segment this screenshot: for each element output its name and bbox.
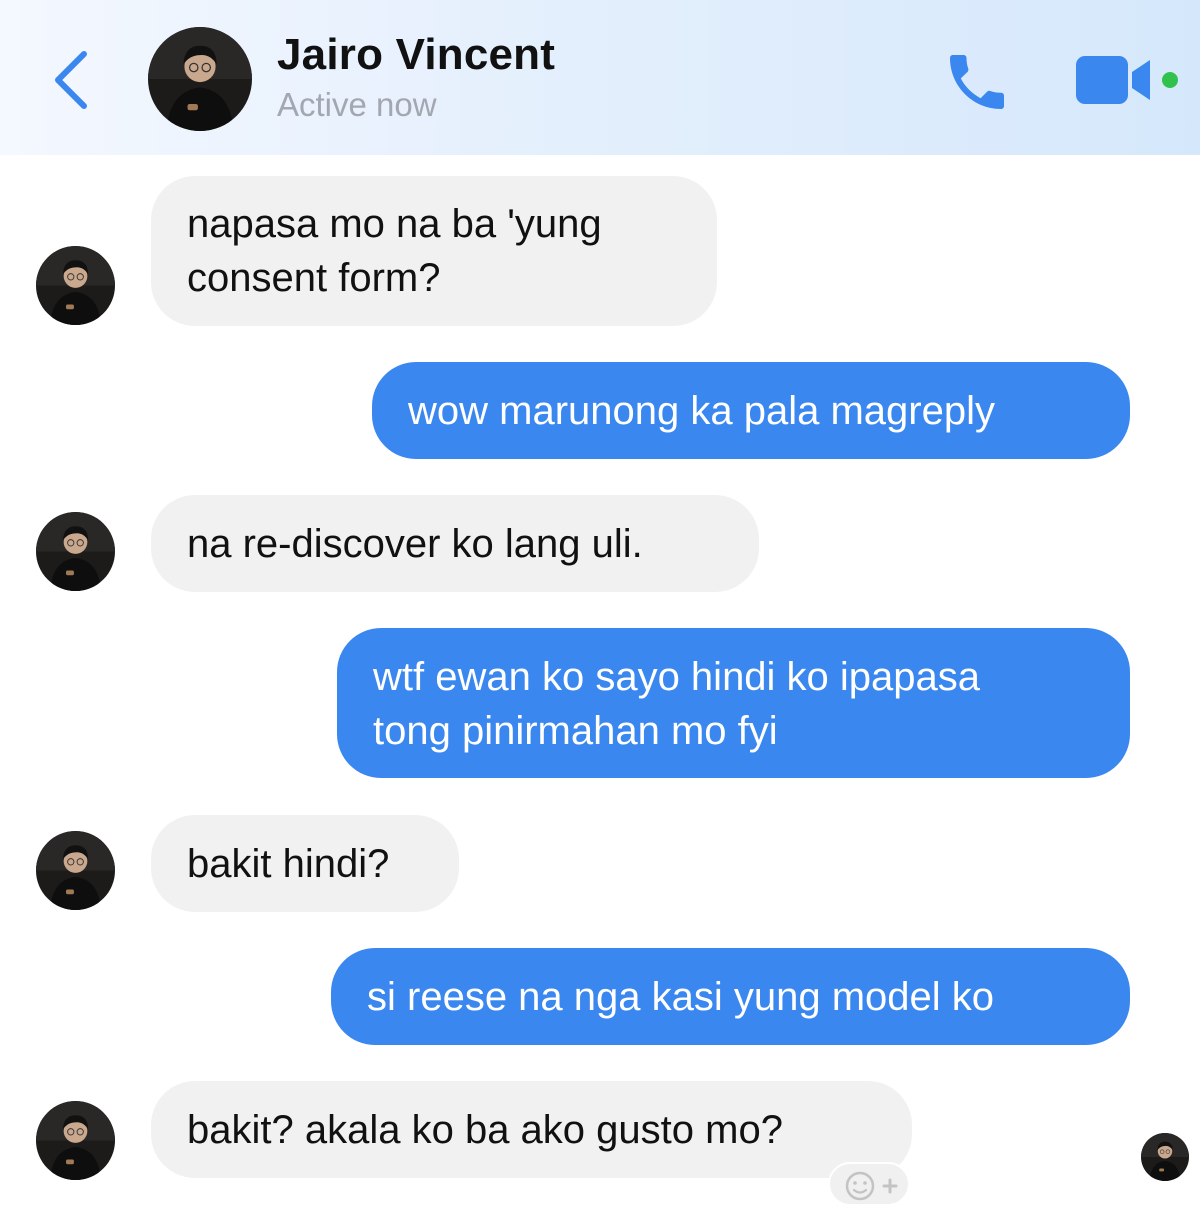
contact-name[interactable]: Jairo Vincent [277,30,555,80]
incoming-message-bubble[interactable]: bakit hindi? [151,815,459,912]
add-reaction-icon [845,1171,898,1201]
contact-status: Active now [277,86,437,123]
avatar-image [148,27,252,131]
incoming-message-bubble[interactable]: na re-discover ko lang uli. [151,495,759,592]
message-text-line: tong pinirmahan mo fyi [373,709,778,753]
add-reaction-button[interactable] [828,1162,910,1206]
message-text-line: bakit hindi? [187,842,390,886]
message-text-line: consent form? [187,256,441,300]
incoming-message-bubble[interactable]: bakit? akala ko ba ako gusto mo? [151,1081,912,1178]
avatar-image [36,512,115,591]
avatar-image [36,831,115,910]
contact-avatar[interactable] [148,27,252,131]
message-text-line: bakit? akala ko ba ako gusto mo? [187,1108,783,1152]
message-text-line: napasa mo na ba 'yung [187,202,602,246]
read-receipt-avatar [1141,1133,1189,1181]
video-call-button[interactable] [1072,52,1188,108]
sender-avatar[interactable] [36,246,115,325]
avatar-image [36,246,115,325]
message-text-line: si reese na nga kasi yung model ko [367,975,995,1019]
phone-icon [950,55,1004,109]
message-text-line: na re-discover ko lang uli. [187,522,643,566]
sender-avatar[interactable] [36,831,115,910]
avatar-image [1141,1133,1189,1181]
online-status-dot [1162,72,1178,88]
outgoing-message-bubble[interactable]: wow marunong ka pala magreply [372,362,1130,459]
back-button[interactable] [48,48,96,112]
message-text-line: wtf ewan ko sayo hindi ko ipapasa [373,655,981,699]
outgoing-message-bubble[interactable]: wtf ewan ko sayo hindi ko ipapasa tong pi… [337,628,1130,778]
message-text-line: wow marunong ka pala magreply [408,389,995,433]
outgoing-message-bubble[interactable]: si reese na nga kasi yung model ko [331,948,1130,1045]
avatar-image [36,1101,115,1180]
incoming-message-bubble[interactable]: napasa mo na ba 'yung consent form? [151,176,717,326]
chevron-left-icon [55,51,87,109]
chat-header: Jairo Vincent Active now [0,0,1200,155]
call-button[interactable] [940,46,1014,118]
sender-avatar[interactable] [36,512,115,591]
sender-avatar[interactable] [36,1101,115,1180]
video-camera-icon [1076,56,1178,104]
